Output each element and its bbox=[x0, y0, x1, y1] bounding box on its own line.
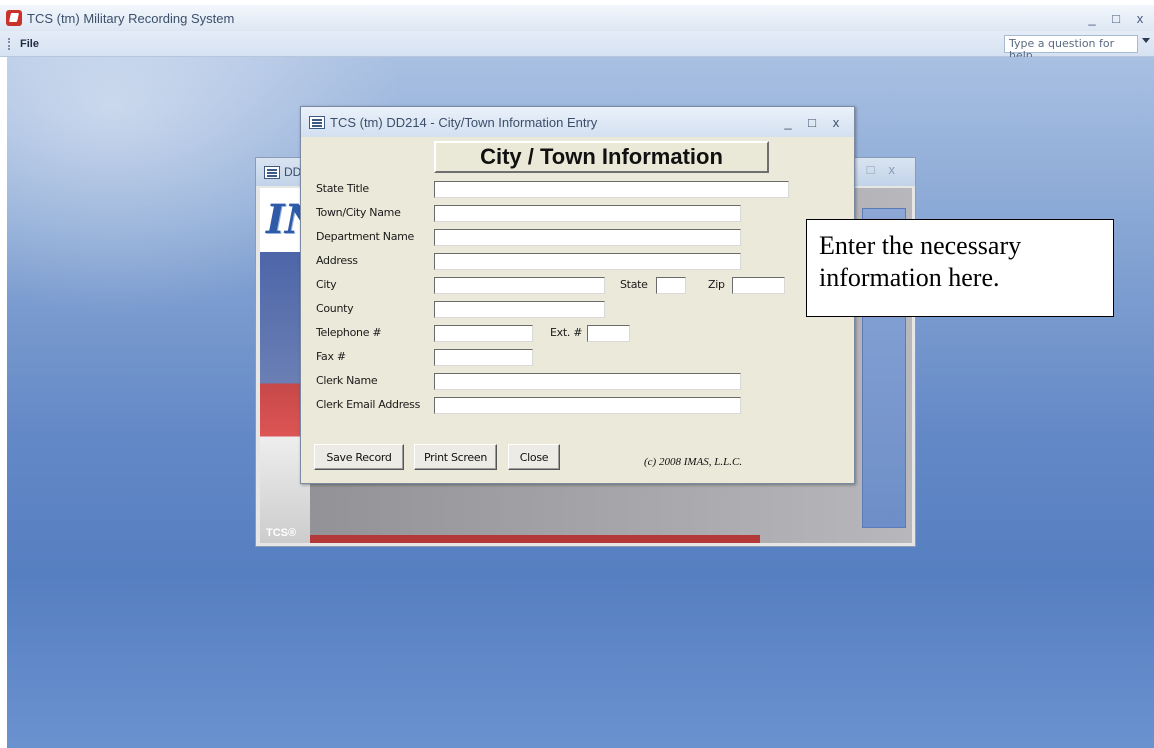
state-field[interactable] bbox=[656, 277, 686, 294]
dialog-minimize-button[interactable]: _ bbox=[776, 112, 800, 132]
instruction-callout: Enter the necessary information here. bbox=[806, 219, 1114, 317]
chevron-down-icon[interactable] bbox=[1142, 38, 1150, 43]
menu-bar: File Type a question for help bbox=[0, 31, 1154, 62]
close-button[interactable]: x bbox=[1128, 8, 1152, 28]
city-field[interactable] bbox=[434, 277, 605, 294]
dialog-body: City / Town Information State Title Town… bbox=[306, 137, 849, 479]
county-field[interactable] bbox=[434, 301, 605, 318]
dialog-title: TCS (tm) DD214 - City/Town Information E… bbox=[330, 114, 598, 130]
department-name-field[interactable] bbox=[434, 229, 741, 246]
ext-field[interactable] bbox=[587, 325, 630, 342]
form-icon bbox=[264, 165, 280, 179]
tcs-logo: TCS® bbox=[266, 527, 297, 539]
town-city-name-label: Town/City Name bbox=[316, 206, 401, 219]
minimize-button[interactable]: _ bbox=[1080, 8, 1104, 28]
clerk-email-label: Clerk Email Address bbox=[316, 398, 421, 411]
fax-field[interactable] bbox=[434, 349, 533, 366]
form-heading: City / Town Information bbox=[434, 141, 769, 173]
clerk-name-field[interactable] bbox=[434, 373, 741, 390]
state-title-field[interactable] bbox=[434, 181, 789, 198]
app-logo-icon bbox=[6, 10, 22, 26]
copyright-text: (c) 2008 IMAS, L.L.C. bbox=[644, 456, 743, 468]
toolbar-grip-icon bbox=[8, 37, 10, 50]
dialog-title-bar[interactable]: TCS (tm) DD214 - City/Town Information E… bbox=[301, 107, 854, 137]
save-record-button[interactable]: Save Record bbox=[314, 444, 404, 470]
department-name-label: Department Name bbox=[316, 230, 415, 243]
app-title: TCS (tm) Military Recording System bbox=[27, 10, 235, 26]
print-screen-button[interactable]: Print Screen bbox=[414, 444, 497, 470]
close-form-button[interactable]: Close bbox=[508, 444, 560, 470]
city-label: City bbox=[316, 278, 337, 291]
state-label: State bbox=[620, 278, 648, 291]
help-search-input[interactable]: Type a question for help bbox=[1004, 35, 1138, 62]
address-label: Address bbox=[316, 254, 358, 267]
dialog-close-button[interactable]: x bbox=[824, 112, 848, 132]
ext-label: Ext. # bbox=[550, 326, 583, 339]
dialog-window-controls: _ □ x bbox=[776, 112, 848, 132]
maximize-button[interactable]: □ bbox=[1104, 8, 1128, 28]
clerk-email-field[interactable] bbox=[434, 397, 741, 414]
dialog-maximize-button[interactable]: □ bbox=[800, 112, 824, 132]
town-city-name-field[interactable] bbox=[434, 205, 741, 222]
clerk-name-label: Clerk Name bbox=[316, 374, 378, 387]
app-window-controls: _ □ x bbox=[1080, 5, 1152, 31]
background-form-controls: □x bbox=[866, 162, 909, 177]
app-title-bar: TCS (tm) Military Recording System _ □ x bbox=[0, 5, 1154, 31]
application-window: TCS (tm) Military Recording System _ □ x… bbox=[0, 0, 1154, 748]
telephone-field[interactable] bbox=[434, 325, 533, 342]
county-label: County bbox=[316, 302, 354, 315]
menu-file[interactable]: File bbox=[16, 36, 43, 52]
form-icon bbox=[309, 115, 325, 129]
zip-label: Zip bbox=[708, 278, 725, 291]
background-decoration-stripe bbox=[310, 535, 760, 543]
state-title-label: State Title bbox=[316, 182, 369, 195]
fax-label: Fax # bbox=[316, 350, 346, 363]
city-town-dialog: TCS (tm) DD214 - City/Town Information E… bbox=[300, 106, 855, 484]
background-form-title: DD bbox=[284, 165, 302, 179]
address-field[interactable] bbox=[434, 253, 741, 270]
zip-field[interactable] bbox=[732, 277, 785, 294]
telephone-label: Telephone # bbox=[316, 326, 382, 339]
